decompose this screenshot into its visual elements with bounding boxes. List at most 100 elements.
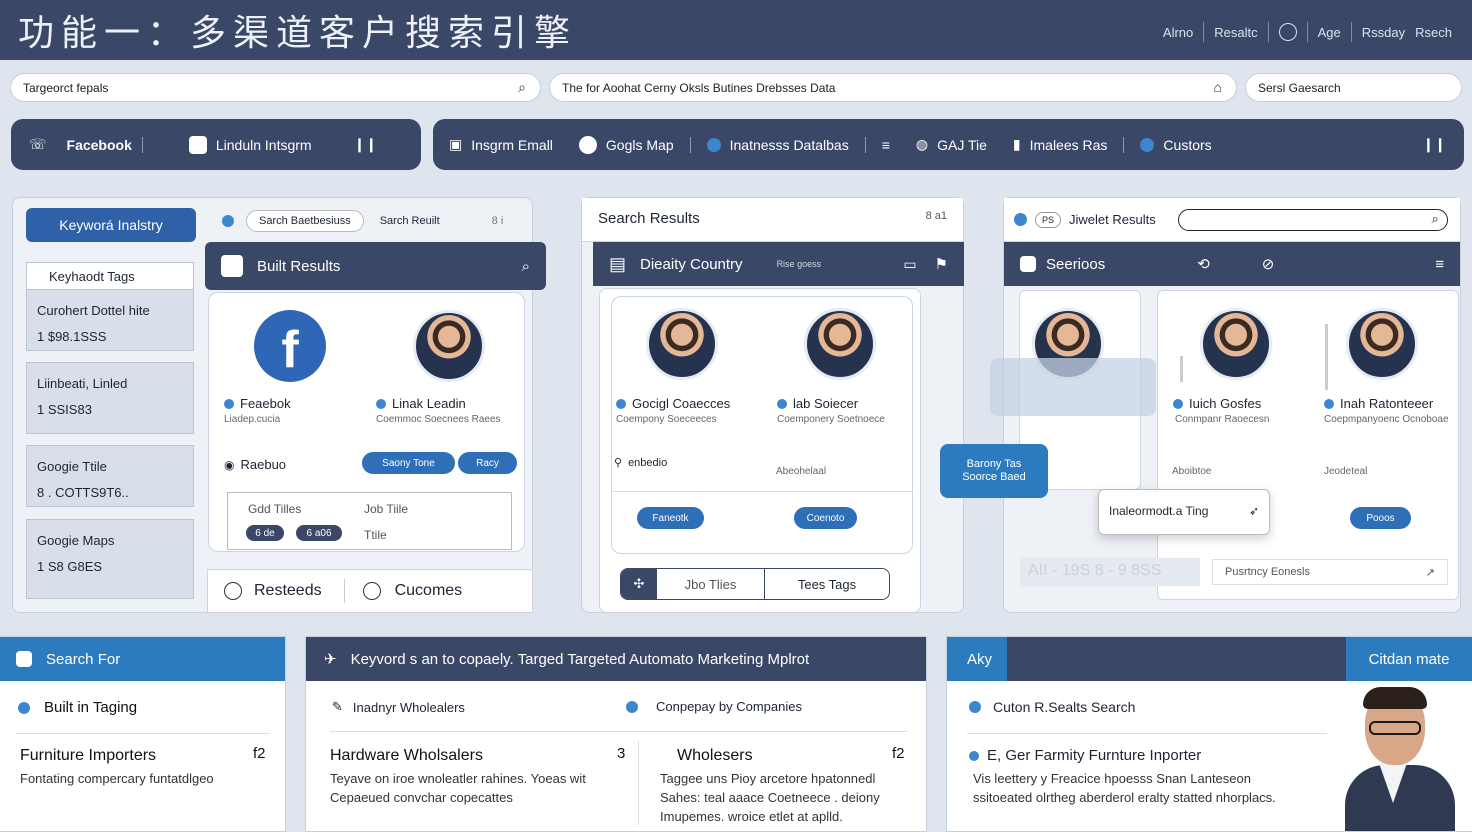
nav-item-rssday[interactable]: Rssday <box>1362 25 1405 40</box>
list-item-label: Conpepay by Companies <box>656 699 802 714</box>
facebook-button[interactable]: Faneotk <box>637 507 704 529</box>
nav-item-resaltc[interactable]: Resaltc <box>1214 25 1257 40</box>
search-icon[interactable]: ⌕ <box>1431 211 1438 227</box>
contact-button[interactable]: Coenoto <box>794 507 857 529</box>
profile-sub: Coepmpanyoenc Ocnoboae <box>1324 414 1449 425</box>
filter-label: Custors <box>1163 136 1212 153</box>
status-dot-icon <box>1324 398 1334 409</box>
side-item-1[interactable]: Curohert Dottel hite 1 $98.1SSS <box>26 289 194 351</box>
divider <box>638 741 639 825</box>
filter-business-db[interactable]: Inatnesss Datalbas <box>697 137 859 153</box>
filter-linkedin[interactable]: Linduln Intsgrm <box>179 135 322 154</box>
panel-header-right[interactable]: Citdan mate <box>1346 637 1472 681</box>
bottom-panel-search-for: Search For Built in Taging Furniture Imp… <box>0 636 286 832</box>
avatar <box>1200 308 1272 380</box>
panel-badge: PS <box>1035 211 1062 228</box>
link-icon[interactable]: ⟲ <box>1197 255 1210 273</box>
panel-header-text: Search For <box>46 650 121 668</box>
search-input-data[interactable]: The for Aoohat Cerny Oksls Butines Drebs… <box>549 73 1237 102</box>
list-item[interactable]: ✎ Inadnyr Wholealers <box>332 699 465 715</box>
profile-name[interactable]: Gocigl Coaecces <box>616 396 730 411</box>
list-item[interactable]: Cuton R.Sealts Search <box>969 699 1135 715</box>
status-dot-icon <box>1173 398 1183 409</box>
list-item[interactable]: Conpepay by Companies <box>626 699 802 714</box>
filter-facebook[interactable]: Facebook <box>57 137 142 153</box>
pause-icon[interactable]: ❙❙ <box>1413 136 1464 153</box>
profile-name[interactable]: lab Soiecer <box>777 396 858 411</box>
filter-job-title[interactable]: ◍ GAJ Tie <box>906 136 997 153</box>
phone-icon[interactable]: ☏ <box>11 136 57 153</box>
customers-button[interactable]: Cucomes <box>362 582 462 600</box>
tag-chip[interactable]: Racy <box>458 452 517 474</box>
search-icon[interactable]: ⌕ <box>518 79 526 96</box>
filter-icon[interactable]: ⊘ <box>1262 255 1275 273</box>
side-item-title: Googie Maps <box>37 533 115 548</box>
tab-job-titles[interactable]: Jbo Tlies <box>657 569 765 599</box>
tab-tags[interactable]: Tees Tags <box>765 569 889 599</box>
divider <box>16 733 270 734</box>
image-icon[interactable]: ▭ <box>903 256 916 273</box>
avatar <box>804 308 876 380</box>
location-text: Raebuo <box>240 457 287 472</box>
floating-tag-card[interactable]: Inaleormodt.a Ting ➶ <box>1098 489 1270 535</box>
top-header: 功能一：多渠道客户搜索引擎 Alrno Resaltc Age Rssday R… <box>0 0 1472 60</box>
filter-customers[interactable]: Custors <box>1130 137 1221 153</box>
profile-name[interactable]: Inah Ratonteeer <box>1324 396 1433 411</box>
footer-input[interactable]: Pusrtncy Eonesls ↗ <box>1212 559 1448 585</box>
folder-icon[interactable]: ⌂ <box>1214 79 1222 95</box>
pause-icon[interactable]: ❙❙ <box>344 136 387 153</box>
profile-sub: Conmpanr Raoecesn <box>1175 414 1270 425</box>
result-tab-switch: ✣ Jbo Tlies Tees Tags <box>620 568 890 600</box>
filter-images[interactable]: ▮ Imalees Ras <box>1003 136 1118 153</box>
instagram-icon: ▣ <box>449 136 463 152</box>
side-item-value: 1 $98.1SSS <box>37 329 107 344</box>
filter-divider <box>141 136 143 153</box>
panel-3-header: PS Jiwelet Results ⌕ <box>1004 198 1460 242</box>
search-input-social[interactable]: Sersl Gaesarch <box>1245 73 1462 102</box>
nav-item-rsech[interactable]: Rsech <box>1415 25 1452 40</box>
list-item-label: Cuton R.Sealts Search <box>993 699 1136 715</box>
list-item-label: Built in Taging <box>44 699 138 716</box>
profile-name[interactable]: Linak Leadin <box>376 396 466 411</box>
profile-name-text: Iuich Gosfes <box>1189 396 1262 411</box>
profile-name[interactable]: Iuich Gosfes <box>1173 396 1261 411</box>
keyword-industry-button[interactable]: Keyworá Inalstry <box>26 208 196 242</box>
panel-search-input[interactable]: ⌕ <box>1177 208 1448 231</box>
source-badge-card[interactable]: Barony Tas Soorce Baed <box>940 444 1048 498</box>
list-item[interactable]: Built in Taging <box>18 699 137 716</box>
bookmark-icon[interactable]: ⚑ <box>935 255 948 273</box>
panel-header: ✈ Keyvord s an to copaely. Targed Target… <box>306 637 926 681</box>
profile-button[interactable]: Pooos <box>1350 507 1411 529</box>
settings-icon[interactable]: ✣ <box>621 569 657 599</box>
profile-name[interactable]: Feaebok <box>224 396 291 411</box>
nav-item-alrno[interactable]: Alrno <box>1163 25 1193 40</box>
channel-filter-bar-right: ▣ Insgrm Emall Gogls Map Inatnesss Datalb… <box>433 119 1464 170</box>
filter-instagram-email[interactable]: ▣ Insgrm Emall <box>433 136 563 153</box>
tab-count: 8 i <box>491 215 504 227</box>
keyword-tags-title: Keyhaodt Tags <box>26 262 194 290</box>
result-title: Hardware Wholsalers <box>330 747 483 764</box>
profile-icon[interactable] <box>1278 23 1297 41</box>
tab-search-business[interactable]: Sarch Baetbesiuss <box>246 210 364 232</box>
nav-item-age[interactable]: Age <box>1318 25 1341 40</box>
tab-search-result[interactable]: Sarch Reuilt <box>380 215 440 227</box>
menu-icon[interactable]: ≡ <box>1435 256 1444 273</box>
result-title-row: E, Ger Farmity Furnture Inporter <box>969 747 1201 764</box>
profile-location: ◉ Raebuo <box>224 457 286 472</box>
side-item-2[interactable]: Liinbeati, Linled 1 SSIS83 <box>26 362 194 434</box>
tag-chip[interactable]: Saony Tone <box>362 452 455 474</box>
side-item-3[interactable]: Googie Ttile 8 . COTTS9T6.. <box>26 445 194 507</box>
menu-icon[interactable]: ≡ <box>872 137 900 153</box>
filter-label: Imalees Ras <box>1029 136 1108 153</box>
filter-google-maps[interactable]: Gogls Map <box>569 135 684 154</box>
nav-divider <box>1350 22 1352 42</box>
nav-divider <box>1203 22 1205 42</box>
filter-label: Inatnesss Datalbas <box>729 136 849 153</box>
side-item-4[interactable]: Googie Maps 1 S8 G8ES <box>26 519 194 599</box>
status-dot-icon <box>777 398 787 409</box>
result-tabs: Sarch Baetbesiuss Sarch Reuilt 8 i <box>222 210 503 232</box>
search-icon[interactable]: ⌕ <box>522 258 530 275</box>
box-label: Job Tiile <box>364 502 409 516</box>
search-input-targets[interactable]: Targeorct fepals ⌕ <box>10 73 541 102</box>
resteeds-button[interactable]: Resteeds <box>224 582 322 600</box>
